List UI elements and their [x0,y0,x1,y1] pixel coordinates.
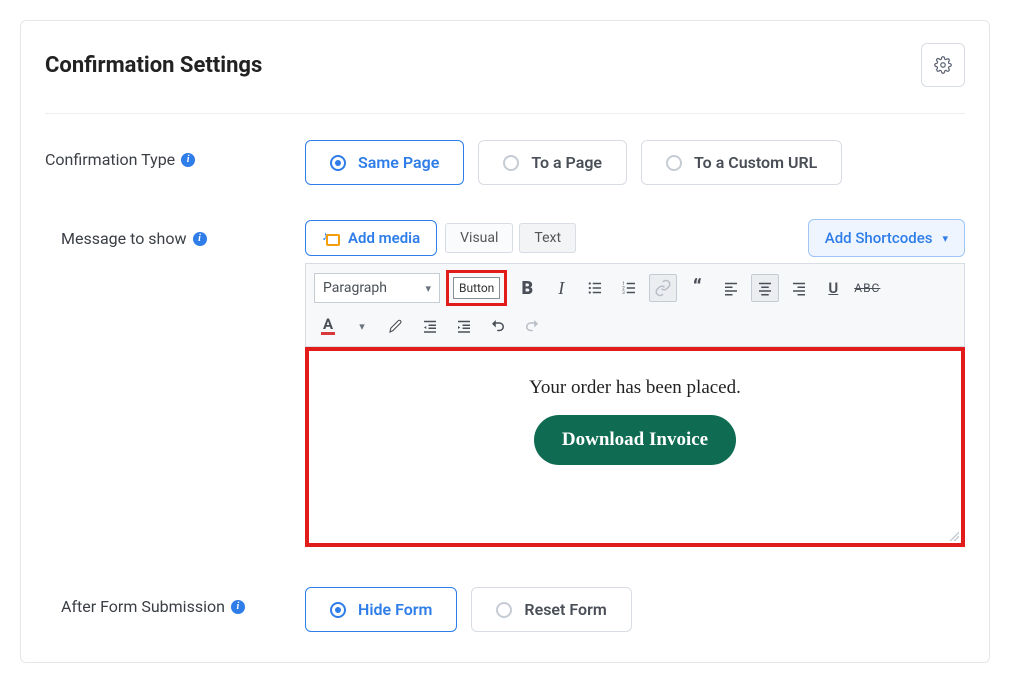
undo-button[interactable] [484,312,512,340]
editor-tab-text[interactable]: Text [519,223,576,253]
confirmation-type-to-page[interactable]: To a Page [478,140,627,185]
redo-button[interactable] [518,312,546,340]
chevron-down-icon: ▾ [942,232,948,245]
format-select[interactable]: Paragraph ▾ [314,273,440,303]
radio-icon [330,602,346,618]
confirmation-type-to-custom-url[interactable]: To a Custom URL [641,140,842,185]
info-icon[interactable]: i [193,232,207,246]
indent-button[interactable] [450,312,478,340]
confirmation-type-label: Confirmation Type i [45,140,305,169]
after-submission-reset-form[interactable]: Reset Form [471,587,631,632]
media-icon [322,230,340,246]
svg-text:3: 3 [623,290,626,296]
blockquote-button[interactable]: “ [683,274,711,302]
button-chip-highlight: Button [446,270,507,306]
after-form-submission-label: After Form Submission i [45,587,305,616]
outdent-button[interactable] [416,312,444,340]
align-center-button[interactable] [751,274,779,302]
chevron-down-icon: ▾ [425,282,431,295]
underline-button[interactable]: U [819,274,847,302]
download-invoice-button[interactable]: Download Invoice [534,415,736,465]
align-left-button[interactable] [717,274,745,302]
bold-button[interactable]: B [513,274,541,302]
insert-button-tool[interactable]: Button [453,277,500,299]
align-right-button[interactable] [785,274,813,302]
clear-formatting-button[interactable] [382,312,410,340]
after-submission-hide-form[interactable]: Hide Form [305,587,457,632]
bulleted-list-button[interactable] [581,274,609,302]
numbered-list-button[interactable]: 123 [615,274,643,302]
settings-gear-button[interactable] [921,43,965,87]
info-icon[interactable]: i [231,600,245,614]
italic-button[interactable]: I [547,274,575,302]
add-media-button[interactable]: Add media [305,220,437,256]
text-color-button[interactable]: A [314,312,342,340]
editor-canvas[interactable]: Your order has been placed. Download Inv… [305,347,965,547]
page-title: Confirmation Settings [45,53,262,78]
radio-icon [503,155,519,171]
editor-toolbar: Paragraph ▾ Button B I 123 [305,263,965,347]
canvas-message-text: Your order has been placed. [529,377,741,399]
confirmation-type-same-page[interactable]: Same Page [305,140,464,185]
strikethrough-button[interactable]: ABC [853,274,881,302]
message-to-show-label: Message to show i [45,219,305,248]
resize-handle[interactable] [949,531,959,541]
info-icon[interactable]: i [181,153,195,167]
radio-icon [496,602,512,618]
link-button[interactable] [649,274,677,302]
add-shortcodes-button[interactable]: Add Shortcodes ▾ [808,219,965,257]
radio-icon [666,155,682,171]
radio-icon [330,155,346,171]
text-color-dropdown[interactable]: ▾ [348,312,376,340]
editor-tab-visual[interactable]: Visual [445,223,513,253]
gear-icon [934,56,952,74]
